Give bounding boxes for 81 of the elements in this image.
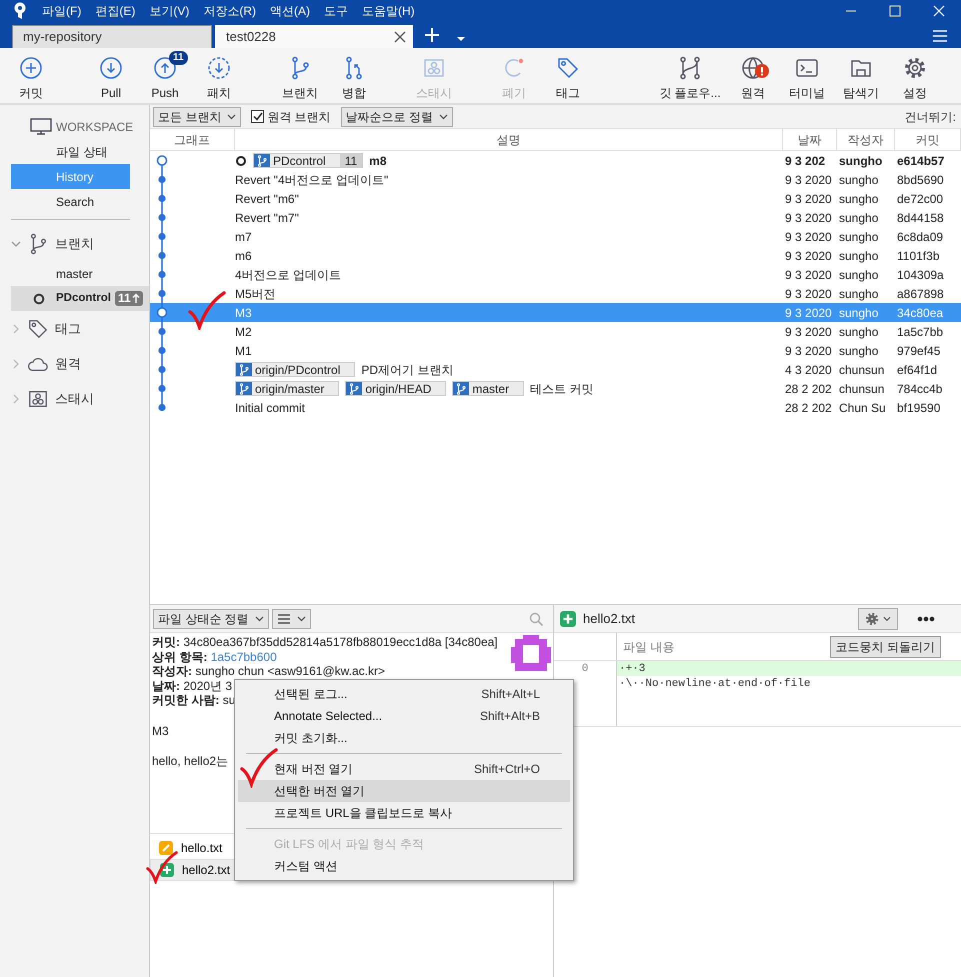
commit-message: M3: [235, 304, 252, 322]
author-cell-text: chunsun: [838, 380, 886, 398]
shortcut-label: Shift+Alt+L: [481, 686, 540, 703]
ahead-count: 11: [340, 154, 362, 167]
author-cell-text: sungho: [838, 228, 880, 246]
author-cell-text: sungho: [838, 210, 880, 226]
hash-cell-text: bf19590: [896, 400, 942, 416]
author-cell-text: sungho: [838, 190, 880, 208]
author-cell-text: sungho: [838, 342, 880, 360]
ref-label: origin/PDcontrol: [254, 362, 342, 378]
date-cell-text: 9 3 2020: [784, 228, 833, 246]
commit-message: PD제어기 브랜치: [361, 362, 454, 378]
commit-message: M3: [152, 724, 169, 738]
ref-label: origin/HEAD: [364, 380, 432, 398]
hash-cell-text: 104309a: [896, 266, 945, 284]
diff-line: ·\··No·newline·at·end·of·file: [619, 678, 810, 690]
author-cell-text: sungho: [838, 324, 880, 340]
ref-label: origin/master: [254, 380, 326, 398]
date-cell-text: 9 3 2020: [784, 248, 833, 264]
date-cell-text: 9 3 2020: [784, 324, 833, 340]
date-cell-text: 9 3 2020: [784, 286, 833, 302]
hash-cell-text: 784cc4b: [896, 380, 944, 398]
author-cell-text: sungho: [838, 266, 880, 284]
author-cell-text: sungho: [838, 152, 884, 170]
commit-message: Initial commit: [235, 400, 306, 416]
commit-message: Revert "m6": [235, 190, 299, 208]
date-cell-text: 9 3 2020: [784, 266, 833, 284]
hash-cell-text: 6c8da09: [896, 228, 944, 246]
hash-cell-text: de72c00: [896, 190, 944, 208]
date-cell-text: 9 3 2020: [784, 304, 833, 322]
author-cell-text: sungho: [838, 172, 880, 188]
count-badge: 11: [169, 51, 188, 65]
commit-message: hello, hello2는: [152, 754, 228, 768]
checkbox-label: 원격 브랜치: [267, 108, 331, 126]
commit-detail-line: 날짜: 2020년 3: [152, 678, 232, 693]
hash-cell-text: 8d44158: [896, 210, 945, 226]
jump-label: 건너뛰기:: [904, 108, 956, 126]
column-header: 파일 내용: [623, 638, 674, 656]
hash-cell-text: 8bd5690: [896, 172, 945, 188]
line-number: 0: [582, 663, 588, 675]
date-cell-text: 4 3 2020: [784, 362, 833, 378]
commit-message: Revert "m7": [235, 210, 299, 226]
commit-detail-line: 작성자: sungho chun <asw9161@kw.ac.kr>: [152, 664, 385, 678]
date-cell-text: 9 3 202: [784, 152, 826, 170]
shortcut-label: Shift+Ctrl+O: [474, 761, 540, 778]
ahead-count: 11: [118, 291, 131, 306]
hash-cell-text: 34c80ea: [896, 304, 944, 322]
commit-message: m7: [235, 228, 252, 246]
commit-detail-line: 커밋: 34c80ea367bf35dd52814a5178fb88019ecc1d8a [34c80ea]: [152, 635, 498, 650]
commit-message: M5버전: [235, 286, 276, 302]
hash-cell-text: 979ef45: [896, 342, 942, 360]
author-cell-text: sungho: [838, 248, 880, 264]
hash-cell-text: a867898: [896, 286, 945, 302]
ref-label: PDcontrol: [272, 152, 327, 170]
commit-message: M2: [235, 324, 252, 340]
author-cell-text: sungho: [838, 304, 880, 322]
commit-message: m8: [369, 152, 386, 170]
section-title: WORKSPACE: [56, 119, 134, 136]
commit-message: M1: [235, 342, 252, 360]
commit-message: Revert "4버전으로 업데이트": [235, 172, 388, 188]
author-cell-text: sungho: [838, 286, 880, 302]
ref-label: master: [471, 380, 510, 398]
author-cell-text: Chun Su: [838, 400, 887, 416]
file-name: hello2.txt: [583, 610, 636, 628]
date-cell-text: 9 3 2020: [784, 210, 833, 226]
date-cell-text: 9 3 2020: [784, 190, 833, 208]
commit-message: 4버전으로 업데이트: [235, 266, 342, 284]
commit-message: m6: [235, 248, 252, 264]
shortcut-label: Shift+Alt+B: [480, 708, 540, 725]
hash-cell-text: ef64f1d: [896, 362, 938, 378]
date-cell-text: 28 2 202: [784, 400, 833, 416]
date-cell-text: 9 3 2020: [784, 342, 833, 360]
date-cell-text: 28 2 202: [784, 380, 833, 398]
hash-cell-text: 1a5c7bb: [896, 324, 944, 340]
commit-detail-line: 상위 항목: 1a5c7bb600: [152, 650, 277, 664]
commit-message: 테스트 커밋: [530, 380, 594, 398]
author-cell-text: chunsun: [838, 362, 886, 378]
date-cell-text: 9 3 2020: [784, 172, 833, 188]
hash-cell-text: 1101f3b: [896, 248, 940, 264]
diff-line: ·+·3: [619, 663, 646, 675]
hash-cell-text: e614b57: [896, 152, 946, 170]
